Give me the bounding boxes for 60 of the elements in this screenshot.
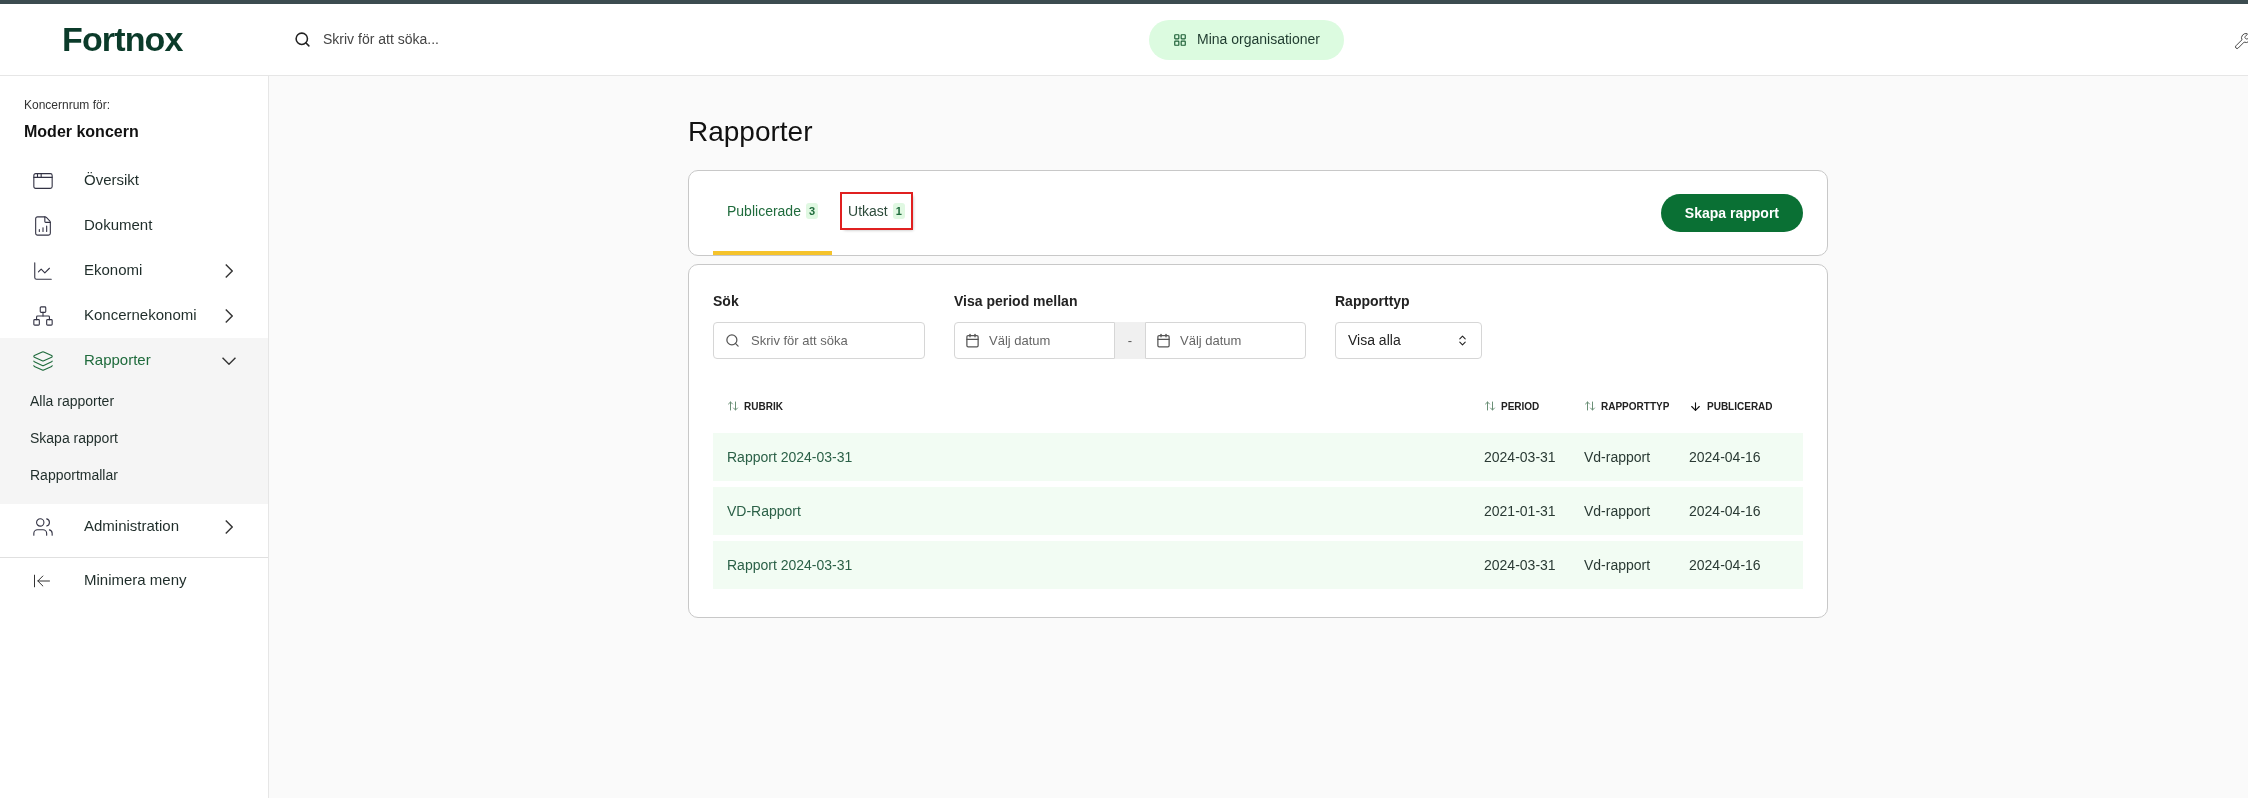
column-header[interactable]: PUBLICERAD	[1689, 398, 1789, 414]
users-icon	[32, 515, 54, 538]
table-cell-text: VD-Rapport	[727, 501, 802, 521]
count-badge: 1	[892, 202, 905, 220]
submenu-item[interactable]: Skapa rapport	[0, 420, 268, 457]
collapse-menu-item[interactable]: Minimera meny	[0, 558, 268, 603]
date-field[interactable]: Välj datum	[954, 322, 1115, 359]
grid-icon	[1173, 32, 1187, 47]
document-chart-icon	[32, 214, 54, 237]
sidebar-item[interactable]: Översikt	[0, 158, 268, 203]
table-cell-text: 2021-01-31	[1484, 501, 1557, 521]
table-cell-text: Vd-rapport	[1584, 555, 1652, 575]
table-cell-text: Vd-rapport	[1584, 501, 1652, 521]
company-name: Moder koncern	[23, 122, 140, 142]
wrench-icon[interactable]	[2234, 32, 2248, 50]
column-header[interactable]: RUBRIK	[727, 398, 1484, 414]
calendar-icon	[1156, 333, 1171, 348]
sidebar-item[interactable]: Administration	[0, 504, 268, 549]
field-label: Visa period mellan	[954, 292, 1079, 311]
table-cell-text: Rapport 2024-03-31	[727, 447, 854, 467]
field-label: Sök	[713, 292, 740, 311]
hierarchy-icon	[32, 304, 54, 327]
select-arrows-icon	[1456, 334, 1469, 347]
range-separator: -	[1115, 322, 1145, 359]
search-field[interactable]: Skriv för att söka	[713, 322, 925, 359]
column-header[interactable]: RAPPORTTYP	[1584, 398, 1689, 414]
date-field[interactable]: Välj datum	[1145, 322, 1306, 359]
submenu-item[interactable]: Alla rapporter	[0, 383, 268, 420]
sidebar-item[interactable]: Koncernekonomi	[0, 293, 268, 338]
field-label: Rapporttyp	[1335, 292, 1411, 311]
sidebar-caption: Koncernrum för:	[23, 97, 112, 114]
table-cell-text: 2024-03-31	[1484, 555, 1557, 575]
table-cell-text: 2024-04-16	[1689, 555, 1762, 575]
sidebar-item[interactable]: Rapporter	[0, 338, 268, 383]
table-row[interactable]: Rapport 2024-03-31 2024-03-31 Vd-rapport 2024-04-16	[713, 433, 1803, 481]
sidebar-item[interactable]: Dokument	[0, 203, 268, 248]
table-cell-text: Vd-rapport	[1584, 447, 1652, 467]
table-row[interactable]: VD-Rapport 2021-01-31 Vd-rapport 2024-04-16	[713, 487, 1803, 535]
create-report-button[interactable]: Skapa rapport	[1660, 194, 1803, 232]
table-cell-text: 2024-04-16	[1689, 447, 1762, 467]
organizations-button[interactable]: Mina organisationer	[1149, 19, 1344, 60]
submenu-item[interactable]: Rapportmallar	[0, 457, 268, 494]
line-chart-icon	[32, 259, 54, 282]
table-row[interactable]: Rapport 2024-03-31 2024-03-31 Vd-rapport 2024-04-16	[713, 541, 1803, 589]
page-title: Rapporter	[688, 115, 814, 149]
search-field[interactable]: Skriv för att söka...	[323, 29, 623, 50]
table-cell-text: 2024-03-31	[1484, 447, 1557, 467]
search-icon	[294, 31, 311, 48]
sidebar-item[interactable]: Ekonomi	[0, 248, 268, 293]
logo[interactable]: Fortnox	[62, 14, 272, 65]
count-badge: 3	[805, 202, 819, 220]
column-header[interactable]: PERIOD	[1484, 398, 1584, 414]
search-icon	[725, 333, 740, 348]
tab[interactable]: Utkast 1	[834, 171, 919, 255]
tab[interactable]: Publicerade 3	[713, 171, 833, 255]
report-type-select[interactable]: Visa alla	[1335, 322, 1482, 359]
table-cell-text: Rapport 2024-03-31	[727, 555, 854, 575]
table-cell-text: 2024-04-16	[1689, 501, 1762, 521]
calendar-icon	[965, 333, 980, 348]
layers-icon	[32, 349, 54, 372]
